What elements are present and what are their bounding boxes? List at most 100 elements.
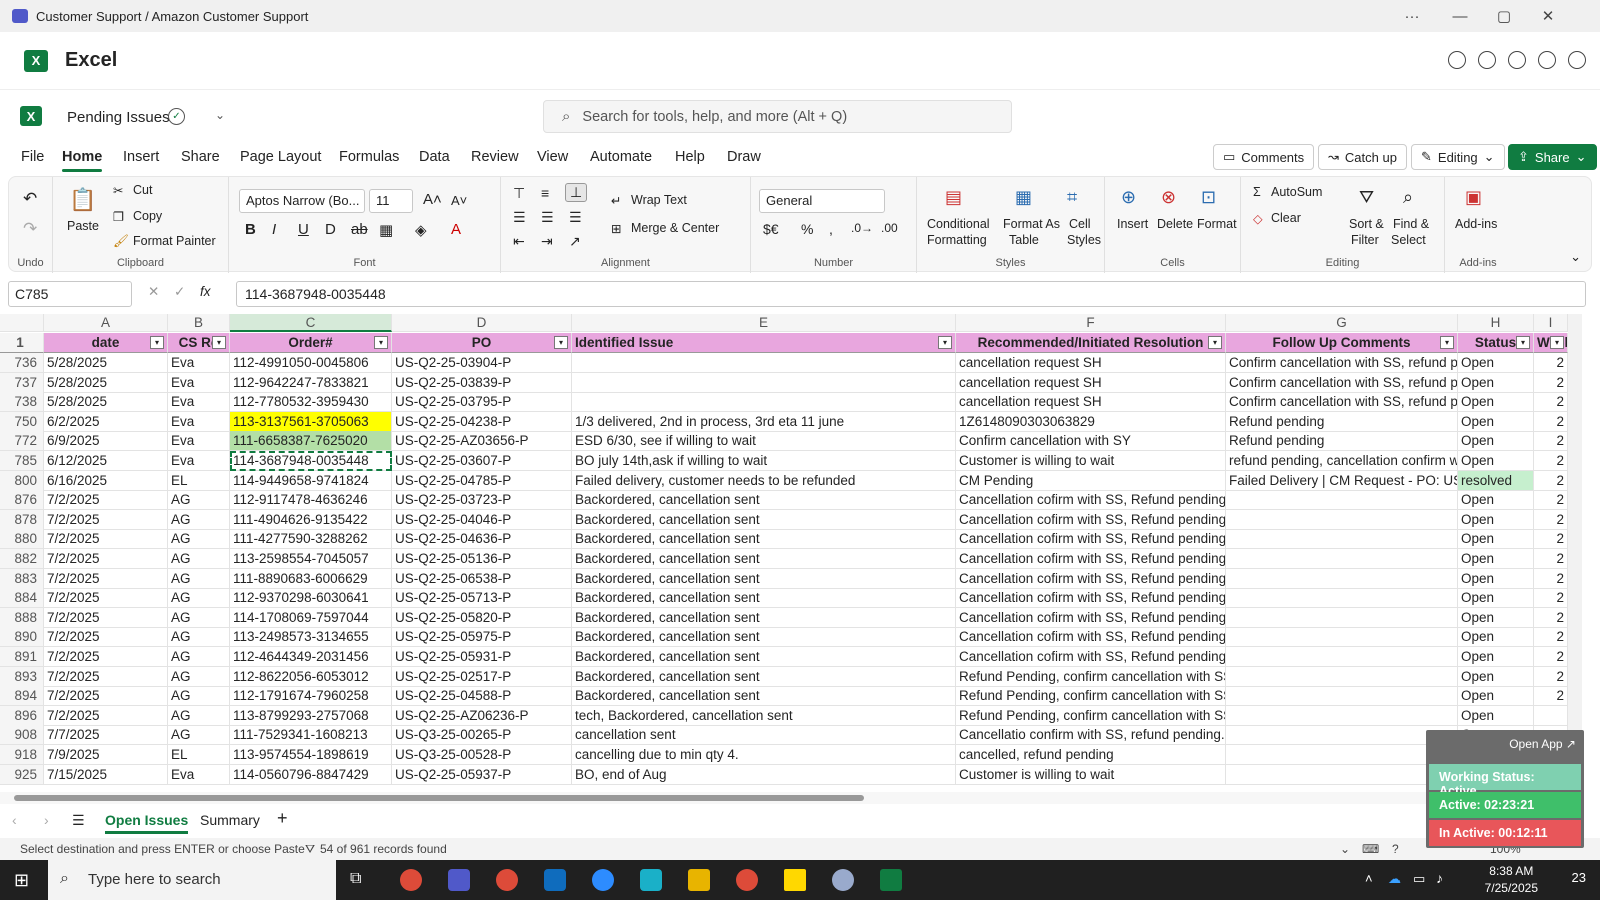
cell-a[interactable]: 6/16/2025 xyxy=(44,470,168,491)
cell-c[interactable]: 114-3687948-0035448 xyxy=(230,451,392,471)
align-center-icon[interactable]: ☰ xyxy=(541,209,554,226)
cell-a[interactable]: 7/2/2025 xyxy=(44,627,168,648)
cell-e[interactable] xyxy=(572,392,956,413)
zoom-icon[interactable] xyxy=(592,869,614,891)
row-number[interactable]: 800 xyxy=(0,470,44,491)
merge-center-button[interactable]: Merge & Center xyxy=(631,221,719,235)
cell-e[interactable]: Backordered, cancellation sent xyxy=(572,666,956,687)
cell-d[interactable]: US-Q2-25-04636-P xyxy=(392,529,572,550)
cell-i[interactable]: 2 xyxy=(1534,568,1568,589)
tab-automate[interactable]: Automate xyxy=(590,149,652,165)
volume-icon[interactable]: ♪ xyxy=(1436,870,1443,886)
format-as-table-label-1[interactable]: Format As xyxy=(1003,217,1060,231)
cell-i[interactable]: 2 xyxy=(1534,509,1568,530)
cell-e[interactable]: Backordered, cancellation sent xyxy=(572,627,956,648)
cell-h[interactable]: Open xyxy=(1458,666,1534,687)
formula-input[interactable]: 114-3687948-0035448 xyxy=(236,281,1586,307)
row-number[interactable]: 894 xyxy=(0,686,44,707)
chrome-alt-icon[interactable] xyxy=(736,869,758,891)
underline-icon[interactable]: U xyxy=(298,221,309,238)
increase-decimal-icon[interactable]: .0→ xyxy=(851,221,873,235)
tab-formulas[interactable]: Formulas xyxy=(339,149,399,165)
cell-e[interactable]: cancellation sent xyxy=(572,725,956,746)
cell-a[interactable]: 7/2/2025 xyxy=(44,686,168,707)
outlook-icon[interactable] xyxy=(544,869,566,891)
horizontal-scrollbar[interactable] xyxy=(0,792,1568,804)
close-button[interactable]: ✕ xyxy=(1526,0,1570,32)
sort-filter-label-2[interactable]: Filter xyxy=(1351,233,1379,247)
name-box[interactable]: C785 xyxy=(8,281,132,307)
row-number[interactable]: 750 xyxy=(0,411,44,432)
cell-d[interactable]: US-Q2-25-03795-P xyxy=(392,392,572,413)
cell-d[interactable]: US-Q2-25-05713-P xyxy=(392,588,572,609)
cell-g[interactable] xyxy=(1226,745,1458,765)
row-number[interactable]: 785 xyxy=(0,451,44,471)
cell-a[interactable]: 6/12/2025 xyxy=(44,451,168,471)
cell-e[interactable]: Backordered, cancellation sent xyxy=(572,686,956,707)
cell-f[interactable]: cancellation request SH xyxy=(956,392,1226,413)
chat-icon[interactable] xyxy=(1448,51,1466,69)
tab-share[interactable]: Share xyxy=(181,149,220,165)
taskbar-clock[interactable]: 8:38 AM 7/25/2025 xyxy=(1485,863,1538,897)
cell-a[interactable]: 6/2/2025 xyxy=(44,411,168,432)
cell-c[interactable]: 112-4644349-2031456 xyxy=(230,647,392,667)
sort-filter-label-1[interactable]: Sort & xyxy=(1349,217,1384,231)
align-bottom-icon[interactable]: ⊥ xyxy=(565,183,588,202)
cell-h[interactable]: Open xyxy=(1458,431,1534,452)
cell-e[interactable]: 1/3 delivered, 2nd in process, 3rd eta 1… xyxy=(572,411,956,432)
cell-d[interactable]: US-Q2-25-AZ06236-P xyxy=(392,705,572,726)
shield-icon[interactable] xyxy=(1568,51,1586,69)
cell-c[interactable]: 114-0560796-8847429 xyxy=(230,764,392,785)
cell-b[interactable]: Eva xyxy=(168,764,230,785)
help-icon[interactable]: ? xyxy=(1392,842,1399,856)
cell-b[interactable]: AG xyxy=(168,705,230,726)
cell-d[interactable]: US-Q2-25-04046-P xyxy=(392,509,572,530)
cell-g[interactable] xyxy=(1226,764,1458,785)
decrease-decimal-icon[interactable]: .00 xyxy=(881,221,898,235)
file-explorer-icon[interactable] xyxy=(688,869,710,891)
cell-c[interactable]: 114-1708069-7597044 xyxy=(230,607,392,628)
cell-a[interactable]: 7/2/2025 xyxy=(44,490,168,511)
confirm-formula-icon[interactable]: ✓ xyxy=(174,284,185,300)
cell-c[interactable]: 113-2498573-3134655 xyxy=(230,627,392,648)
cell-h[interactable]: Open xyxy=(1458,588,1534,609)
row-number[interactable]: 1 xyxy=(0,333,44,353)
cell-i[interactable]: 2 xyxy=(1534,372,1568,393)
align-top-icon[interactable]: ⊤ xyxy=(513,185,525,202)
cell-d[interactable]: US-Q2-25-03839-P xyxy=(392,372,572,393)
find-select-label-2[interactable]: Select xyxy=(1391,233,1426,247)
cell-g[interactable] xyxy=(1226,529,1458,550)
column-header[interactable]: B xyxy=(168,314,230,332)
cell-a[interactable]: 7/2/2025 xyxy=(44,588,168,609)
cell-d[interactable]: US-Q2-25-03723-P xyxy=(392,490,572,511)
paste-icon[interactable]: 📋 xyxy=(69,187,96,213)
conditional-formatting-label-2[interactable]: Formatting xyxy=(927,233,987,247)
row-number[interactable]: 883 xyxy=(0,568,44,589)
cell-h[interactable]: Open xyxy=(1458,549,1534,569)
cell-d[interactable]: US-Q2-25-05136-P xyxy=(392,549,572,569)
cell-f[interactable]: 1Z6148090303063829 xyxy=(956,411,1226,432)
increase-indent-icon[interactable]: ⇥ xyxy=(541,233,553,250)
undo-icon[interactable]: ↶ xyxy=(23,189,37,209)
cell-a[interactable]: 7/2/2025 xyxy=(44,647,168,667)
cell-g[interactable]: Refund pending xyxy=(1226,431,1458,452)
comments-button[interactable]: ▭ Comments xyxy=(1213,144,1315,170)
cell-a[interactable]: 7/2/2025 xyxy=(44,549,168,569)
cell-b[interactable]: AG xyxy=(168,588,230,609)
cell-i[interactable]: 2 xyxy=(1534,392,1568,413)
cell-g[interactable] xyxy=(1226,725,1458,746)
cell-h[interactable]: Open xyxy=(1458,490,1534,511)
filter-dropdown-icon[interactable]: ▾ xyxy=(374,336,388,349)
add-sheet-button[interactable]: + xyxy=(277,808,288,829)
filter-dropdown-icon[interactable]: ▾ xyxy=(938,336,952,349)
cell-h[interactable]: Open xyxy=(1458,509,1534,530)
cell-f[interactable]: Cancellation cofirm with SS, Refund pend… xyxy=(956,568,1226,589)
format-painter-button[interactable]: Format Painter xyxy=(133,234,216,248)
cell-a[interactable]: 7/9/2025 xyxy=(44,745,168,765)
cell-d[interactable]: US-Q2-25-AZ03656-P xyxy=(392,431,572,452)
cell-b[interactable]: EL xyxy=(168,745,230,765)
strikethrough-icon[interactable]: ab xyxy=(351,221,368,238)
cell-a[interactable]: 5/28/2025 xyxy=(44,353,168,373)
cell-d[interactable]: US-Q2-25-03607-P xyxy=(392,451,572,471)
cell-g[interactable]: Confirm cancellation with SS, refund pe xyxy=(1226,372,1458,393)
